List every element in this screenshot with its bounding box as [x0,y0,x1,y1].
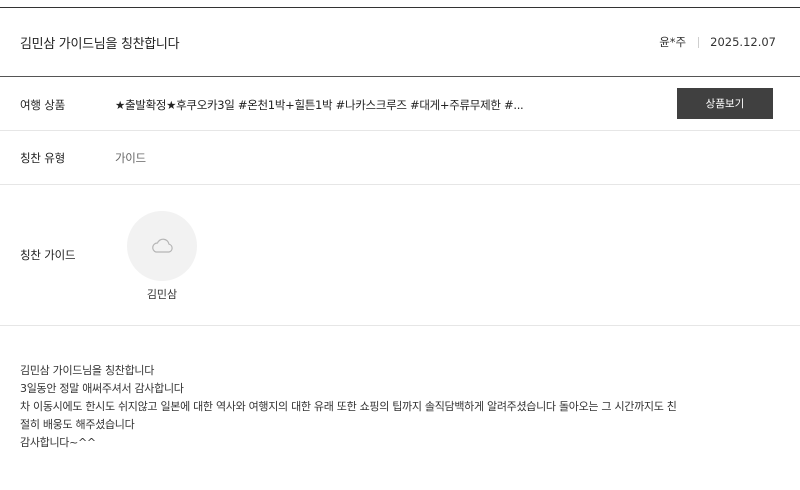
author-name: 윤*주 [659,35,687,49]
praise-type-value: 가이드 [115,151,146,165]
praise-guide-label: 칭찬 가이드 [20,248,76,262]
view-product-button[interactable]: 상품보기 [677,88,773,119]
guide-name: 김민삼 [146,288,178,301]
review-line: 3일동안 정말 애써주셔서 감사합니다 [20,382,184,395]
praise-type-label: 칭찬 유형 [20,151,65,165]
post-title: 김민삼 가이드님을 칭찬합니다 [20,37,180,52]
row-divider [0,325,800,326]
review-line: 절히 배웅도 해주셨습니다 [20,418,135,431]
product-label: 여행 상품 [20,98,65,112]
header-divider [0,76,800,77]
meta-separator [698,36,700,48]
row-divider [0,130,800,131]
review-line: 감사합니다~^^ [20,436,96,449]
post-date: 2025.12.07 [710,35,776,49]
review-line: 차 이동시에도 한시도 쉬지않고 일본에 대한 역사와 여행지의 대한 유래 또… [20,400,677,413]
guide-avatar [127,211,197,281]
row-divider [0,184,800,185]
review-line: 김민삼 가이드님을 칭찬합니다 [20,364,155,377]
post-meta: 윤*주 2025.12.07 [659,34,776,50]
cloud-icon [152,238,173,253]
product-name: ★출발확정★후쿠오카3일 #온천1박+힐튼1박 #나카스크루즈 #대게+주류무제… [115,98,524,112]
review-body: 김민삼 가이드님을 칭찬합니다 3일동안 정말 애써주셔서 감사합니다 차 이동… [20,362,780,452]
post-header: 김민삼 가이드님을 칭찬합니다 윤*주 2025.12.07 [0,8,800,76]
